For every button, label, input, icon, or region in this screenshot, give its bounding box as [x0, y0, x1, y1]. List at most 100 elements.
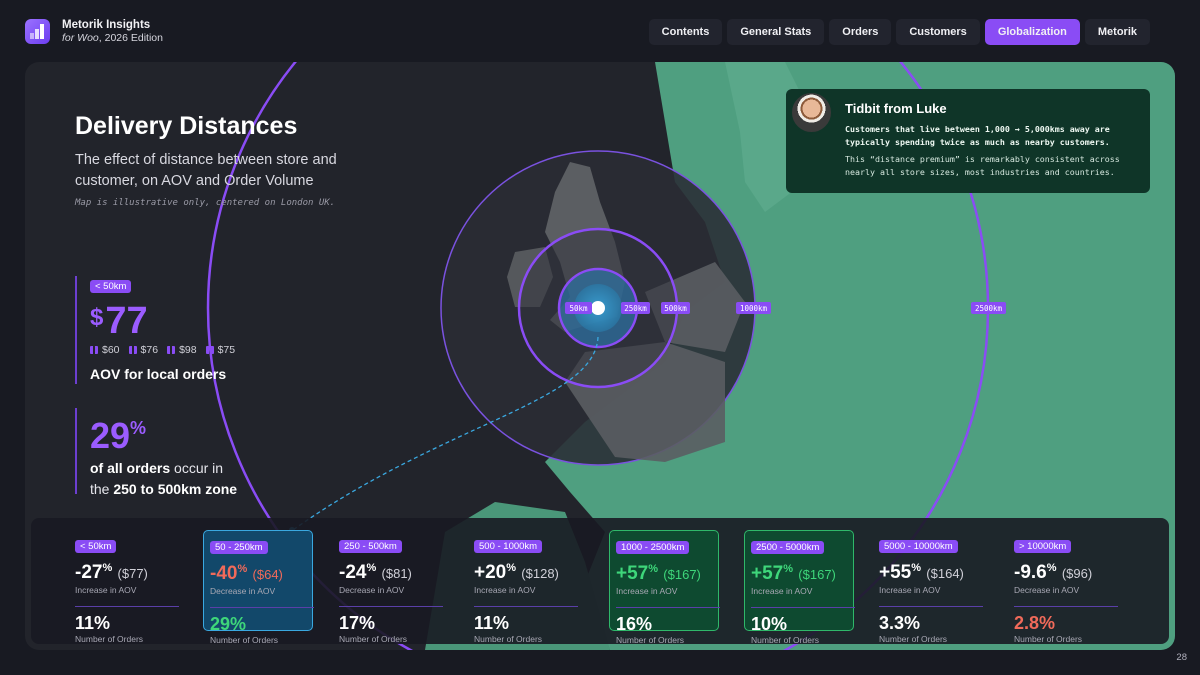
band-orders: 2.8% — [1014, 613, 1056, 633]
zone-share-value: 29% — [90, 415, 147, 456]
divider — [751, 607, 855, 608]
page-subtitle: The effect of distance between store and… — [75, 152, 337, 189]
band-aov-label: Decrease in AOV — [210, 586, 276, 596]
band-orders-label: Number of Orders — [474, 634, 543, 644]
band-orders: 17% — [339, 613, 376, 633]
tab-globalization[interactable]: Globalization — [984, 19, 1080, 45]
size-s-icon — [128, 346, 137, 354]
svg-text:500km: 500km — [664, 304, 687, 313]
divider — [879, 606, 983, 607]
band-range: 1000 - 2500km — [616, 541, 690, 554]
tab-orders[interactable]: Orders — [829, 19, 892, 45]
tidbit-p2: This “distance premium” is remarkably co… — [845, 154, 1120, 177]
svg-text:50km: 50km — [569, 304, 588, 313]
band-aov-change: +57% ($167) — [616, 563, 701, 584]
band-aov-label: Increase in AOV — [474, 585, 536, 595]
band-orders-label: Number of Orders — [210, 635, 279, 645]
band-aov-label: Decrease in AOV — [339, 585, 405, 595]
band-card: 250 - 500km -24% ($81) Decrease in AOV 1… — [333, 530, 443, 644]
tab-contents[interactable]: Contents — [648, 19, 723, 45]
band-aov-label: Increase in AOV — [751, 586, 813, 596]
size-xs-icon — [90, 346, 98, 354]
band-card: > 10000km -9.6% ($96) Decrease in AOV 2.… — [1008, 530, 1118, 644]
main-panel: 50km 250km 500km 1000km 2500km Delivery … — [25, 62, 1175, 650]
band-card: 5000 - 10000km +55% ($164) Increase in A… — [873, 530, 983, 644]
band-aov-change: -9.6% ($96) — [1014, 562, 1093, 583]
svg-text:1000km: 1000km — [740, 304, 768, 313]
band-orders: 29% — [210, 614, 247, 634]
ring-label-50: 50km — [565, 302, 592, 314]
local-badge: < 50km — [90, 280, 132, 293]
zone-share-desc: of all orders occur in the 250 to 500km … — [90, 460, 238, 497]
divider — [616, 607, 720, 608]
band-orders-label: Number of Orders — [751, 635, 820, 645]
tab-metorik[interactable]: Metorik — [1084, 19, 1150, 45]
band-range: 50 - 250km — [210, 541, 268, 554]
band-card: < 50km -27% ($77) Increase in AOV 11% Nu… — [69, 530, 179, 644]
svg-text:250km: 250km — [624, 304, 647, 313]
divider — [1014, 606, 1118, 607]
band-range: 250 - 500km — [339, 540, 402, 553]
page-number: 28 — [1176, 652, 1187, 663]
tidbit-title: Tidbit from Luke — [845, 101, 947, 116]
band-range: > 10000km — [1014, 540, 1072, 553]
band-orders-label: Number of Orders — [1014, 634, 1083, 644]
size-xs: $60 — [90, 344, 120, 356]
band-aov-change: +20% ($128) — [474, 562, 559, 583]
band-orders-label: Number of Orders — [616, 635, 685, 645]
svg-text:2500km: 2500km — [975, 304, 1003, 313]
divider — [75, 606, 179, 607]
band-aov-label: Decrease in AOV — [1014, 585, 1080, 595]
band-range: 2500 - 5000km — [751, 541, 825, 554]
band-orders: 3.3% — [879, 613, 921, 633]
divider — [339, 606, 443, 607]
band-aov-change: -27% ($77) — [75, 562, 148, 583]
band-range: < 50km — [75, 540, 117, 553]
band-aov-change: -24% ($81) — [339, 562, 412, 583]
ring-label-250: 250km — [621, 302, 650, 314]
band-orders: 11% — [75, 613, 111, 633]
top-nav: Contents General Stats Orders Customers … — [648, 19, 1150, 45]
ring-label-2500: 2500km — [971, 302, 1006, 314]
divider — [210, 607, 314, 608]
distance-bands: < 50km -27% ($77) Increase in AOV 11% Nu… — [31, 518, 1169, 645]
band-orders-label: Number of Orders — [339, 634, 408, 644]
band-aov-label: Increase in AOV — [879, 585, 941, 595]
ring-label-500: 500km — [661, 302, 690, 314]
band-orders-label: Number of Orders — [879, 634, 948, 644]
size-m-icon — [167, 346, 176, 354]
band-orders: 11% — [474, 613, 510, 633]
band-card: 2500 - 5000km +57% ($167) Increase in AO… — [744, 530, 855, 645]
band-card: 50 - 250km -40% ($64) Decrease in AOV 29… — [203, 530, 314, 645]
page-title: Delivery Distances — [75, 112, 298, 140]
tidbit-card: Tidbit from Luke Customers that live bet… — [786, 89, 1150, 193]
tab-customers[interactable]: Customers — [896, 19, 980, 45]
local-aov-label: AOV for local orders — [90, 366, 227, 382]
divider — [474, 606, 578, 607]
size-s: $76 — [128, 344, 158, 356]
local-aov-value: $77 — [90, 300, 148, 342]
band-card: 500 - 1000km +20% ($128) Increase in AOV… — [468, 530, 578, 644]
brand-subtitle: for Woo, 2026 Edition — [62, 32, 163, 44]
brand: Metorik Insights for Woo, 2026 Edition — [62, 19, 163, 45]
size-m: $98 — [167, 344, 197, 356]
band-orders: 16% — [616, 614, 653, 634]
map-note: Map is illustrative only, centered on Lo… — [75, 198, 336, 208]
tab-general-stats[interactable]: General Stats — [727, 19, 825, 45]
zone-share-stat: 29% of all orders occur in the 250 to 50… — [75, 408, 237, 497]
band-orders: 10% — [751, 614, 788, 634]
band-range: 500 - 1000km — [474, 540, 543, 553]
band-aov-change: +57% ($167) — [751, 563, 836, 584]
avatar — [790, 91, 833, 134]
metorik-logo — [25, 19, 50, 44]
size-l: $75 — [205, 344, 235, 356]
store-size-aovs: $60 $76 $98 $75 — [90, 344, 235, 356]
tidbit-p1: Customers that live between 1,000 → 5,00… — [845, 124, 1110, 147]
band-aov-change: -40% ($64) — [210, 563, 283, 584]
size-l-icon — [205, 346, 214, 354]
local-aov-stat: < 50km $77 $60 $76 $98 $75 AOV for local… — [75, 276, 235, 384]
band-range: 5000 - 10000km — [879, 540, 958, 553]
band-aov-label: Increase in AOV — [616, 586, 678, 596]
band-orders-label: Number of Orders — [75, 634, 144, 644]
brand-title: Metorik Insights — [62, 19, 151, 31]
